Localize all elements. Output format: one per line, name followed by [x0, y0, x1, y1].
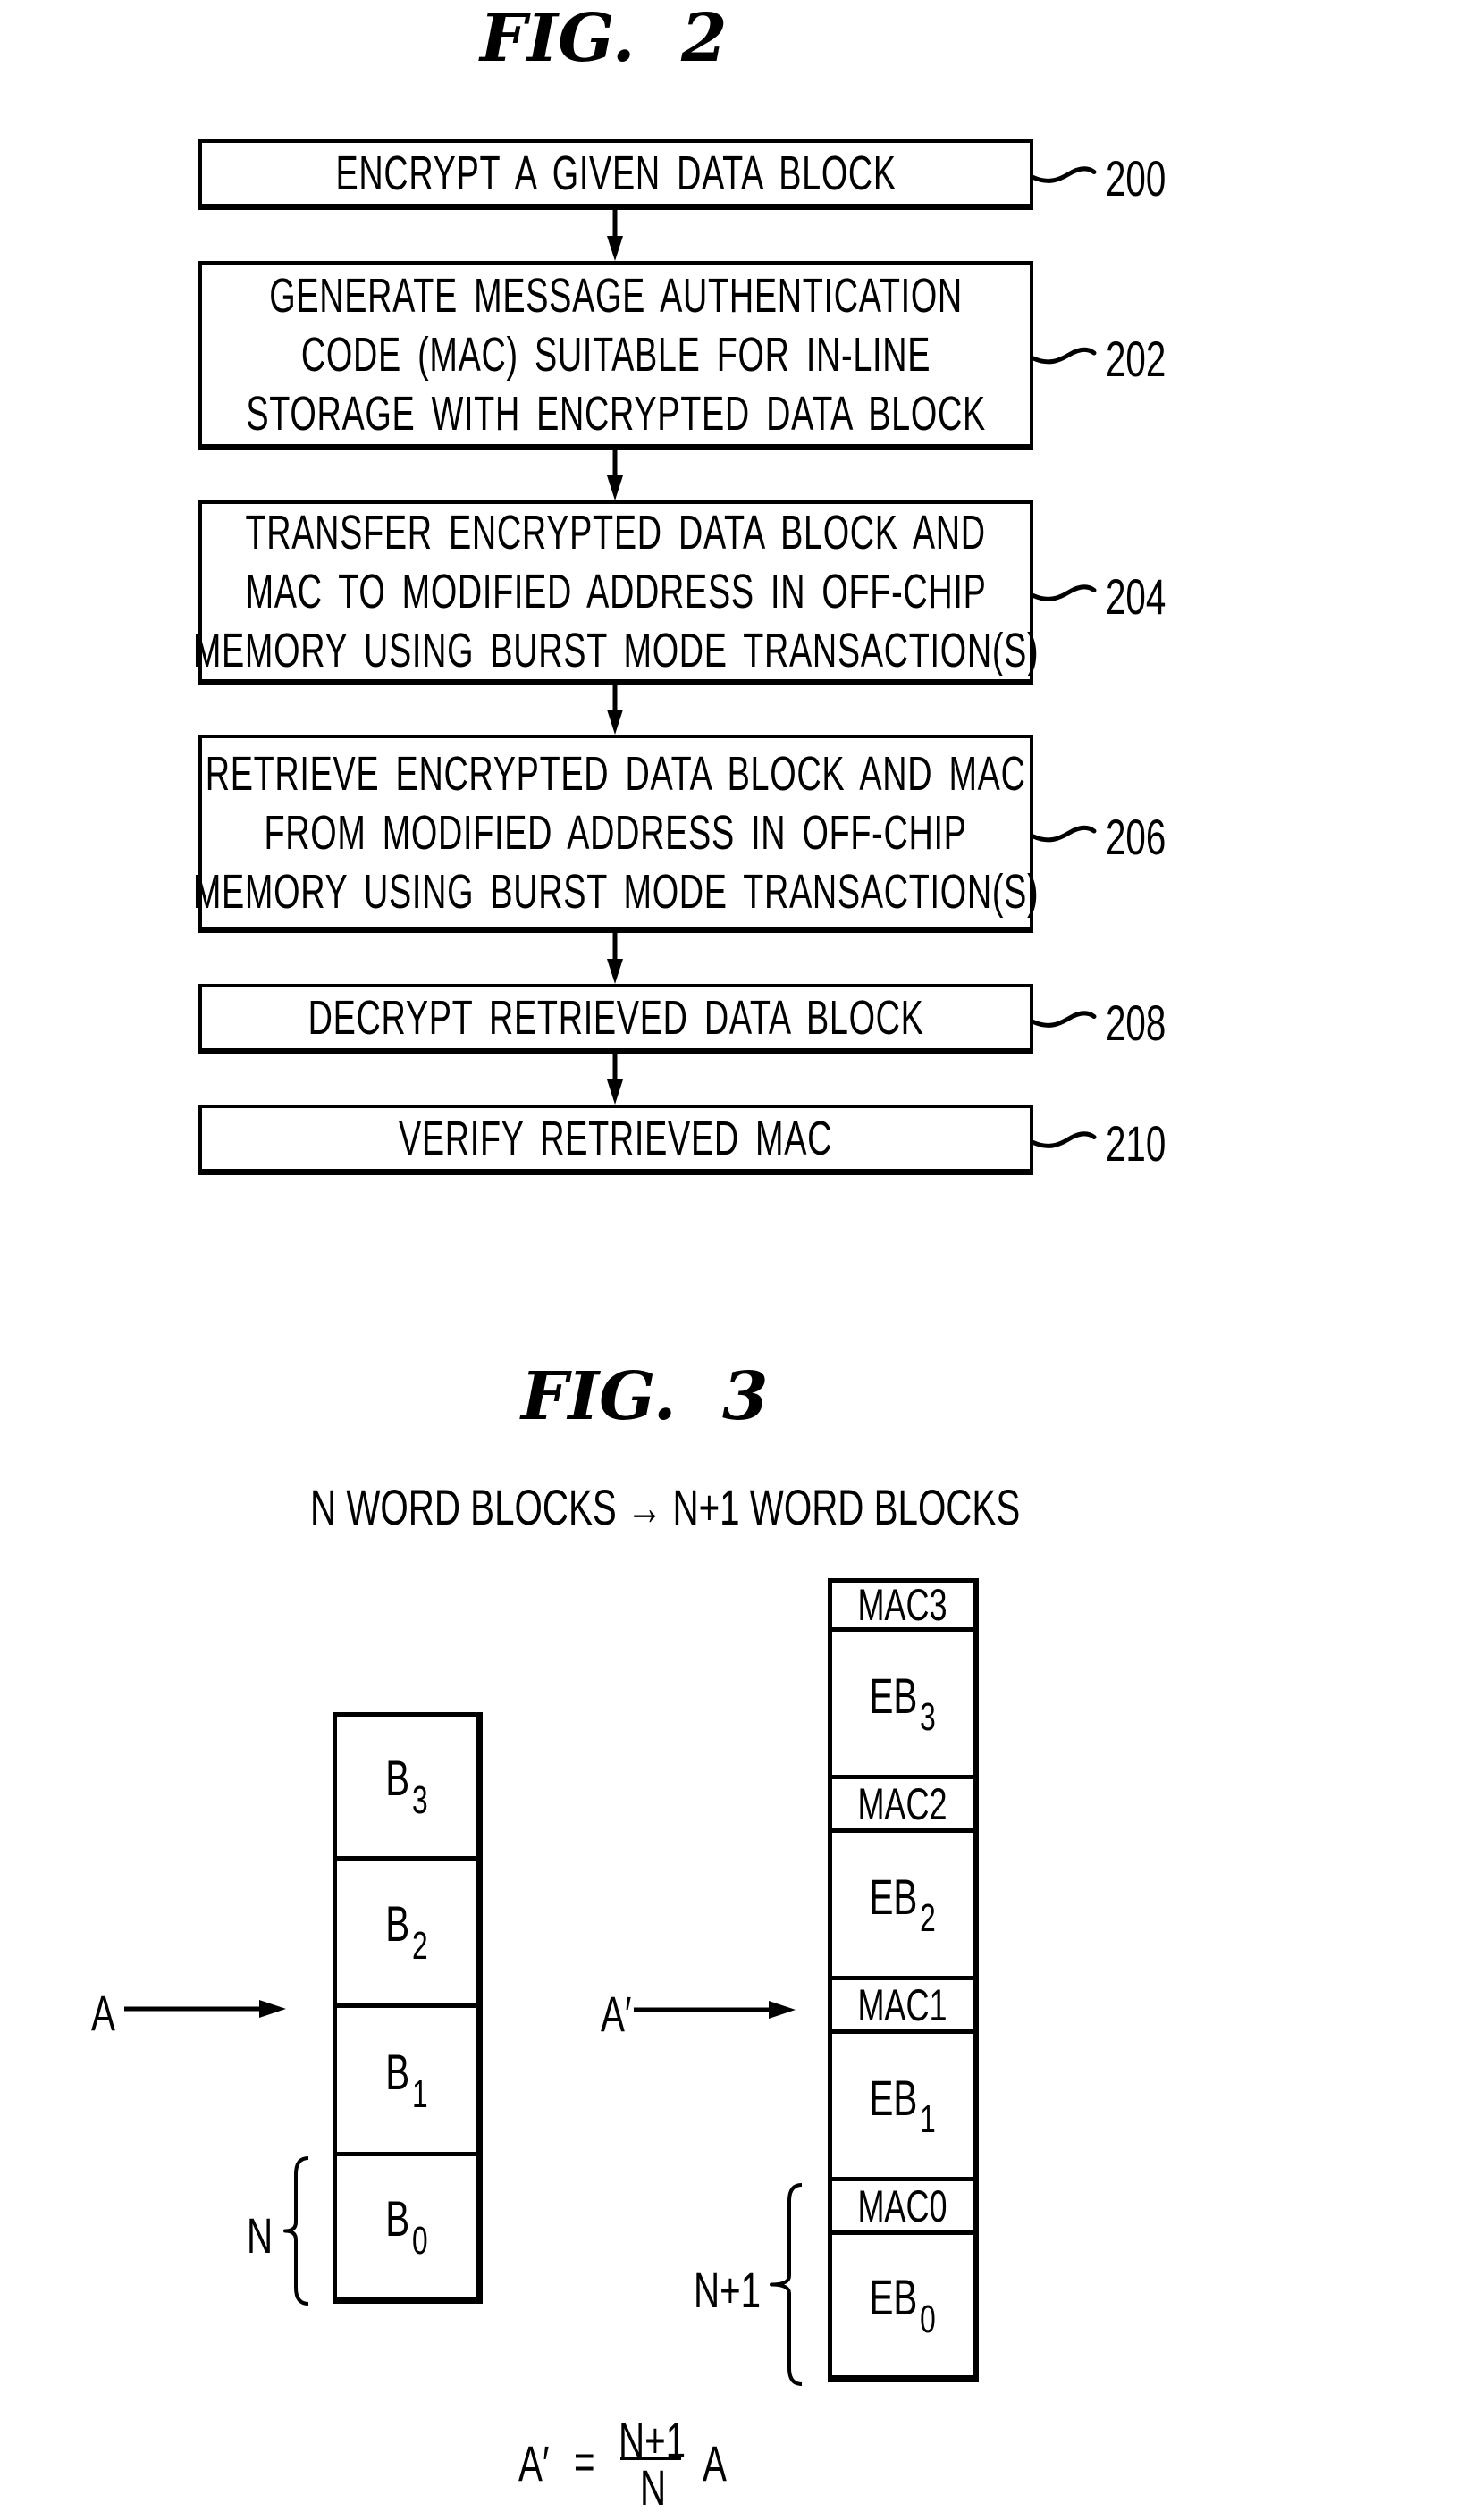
arrow-right-icon — [769, 2001, 796, 2019]
arrow-right-icon — [259, 2000, 286, 2018]
leader-line-icon — [1031, 166, 1097, 183]
arrow-down-icon — [607, 710, 623, 735]
leader-line-icon — [1031, 584, 1097, 601]
arrow-down-icon — [607, 475, 623, 500]
leader-line-icon — [1031, 347, 1097, 365]
leader-line-icon — [1031, 1131, 1097, 1148]
connectors-layer — [124, 166, 1097, 2386]
leader-line-icon — [1031, 825, 1097, 843]
brace-n-icon — [283, 2156, 309, 2306]
arrow-down-icon — [607, 1079, 623, 1105]
arrow-down-icon — [607, 959, 623, 984]
leader-line-icon — [1031, 1011, 1097, 1028]
arrow-down-icon — [607, 236, 623, 261]
brace-n-plus-1-icon — [770, 2183, 803, 2386]
